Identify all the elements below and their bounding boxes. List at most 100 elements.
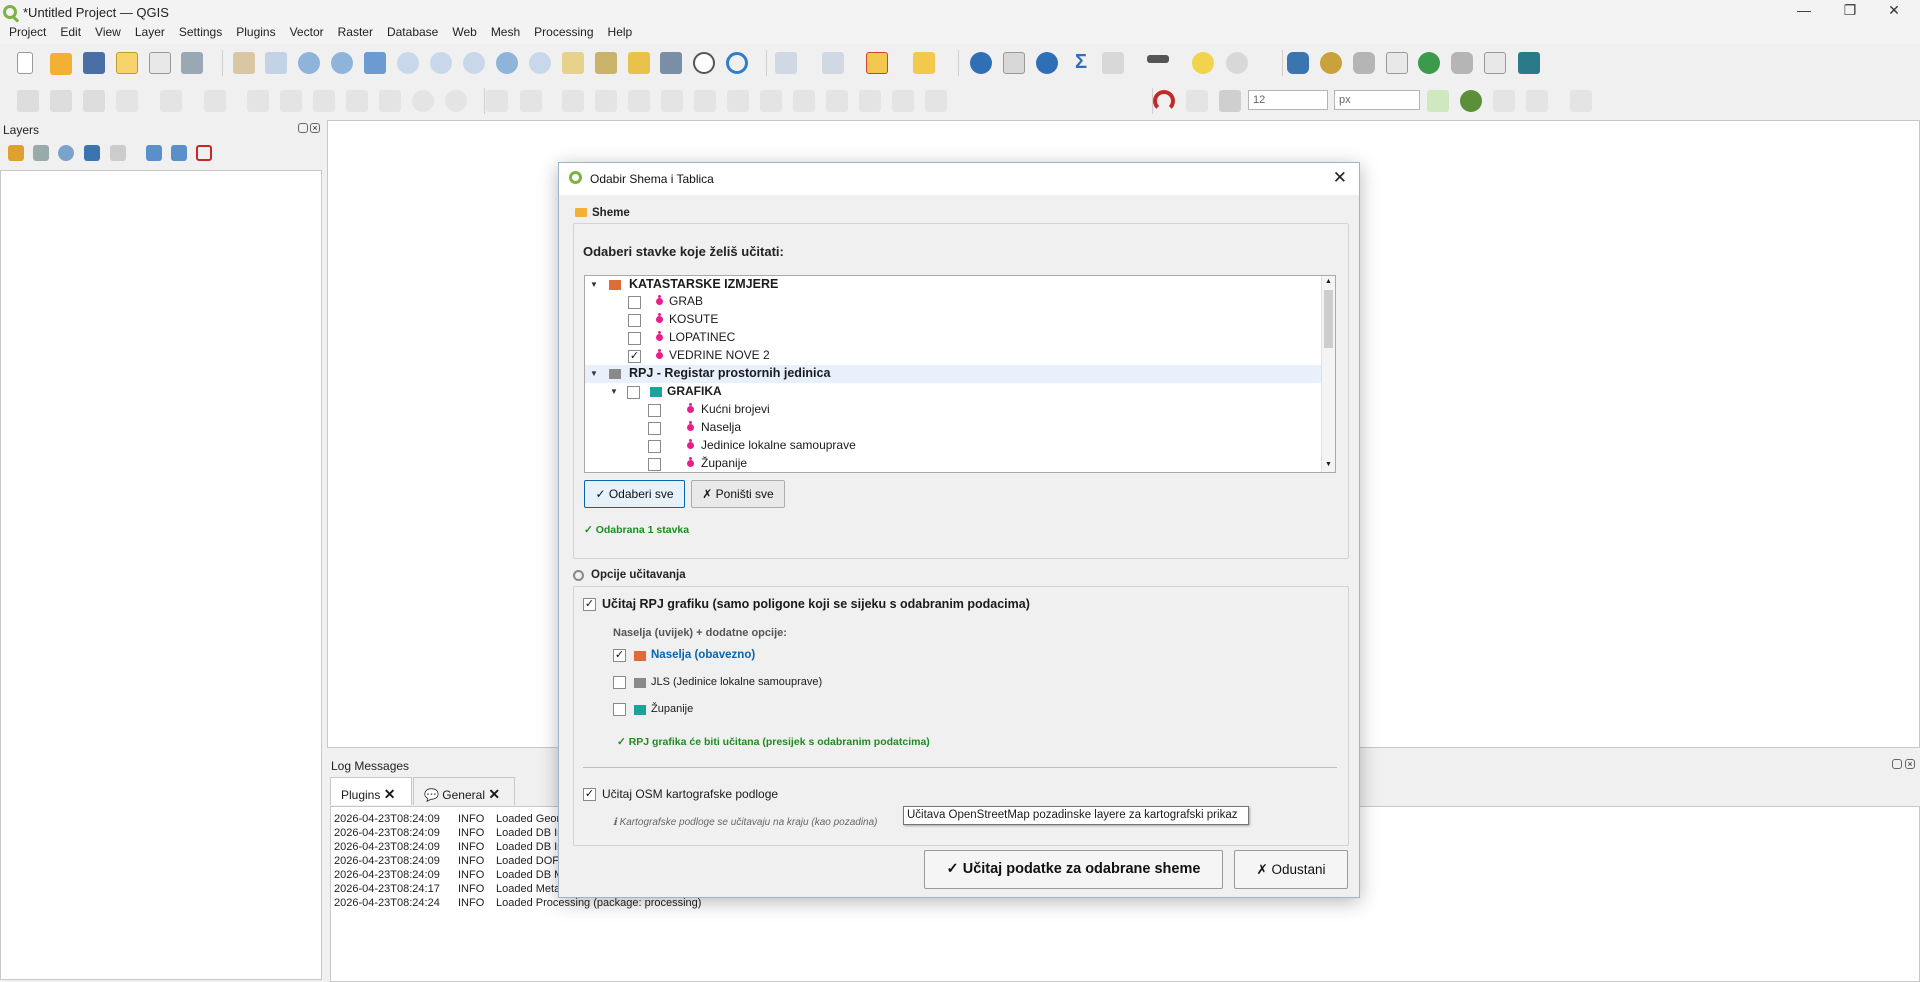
layers-tree[interactable] <box>0 170 322 980</box>
locator-icon[interactable] <box>1226 52 1248 74</box>
select-features-icon[interactable] <box>775 52 797 74</box>
advanced-digitize-2-icon[interactable] <box>562 90 584 112</box>
add-feature-icon[interactable] <box>160 90 182 112</box>
plugin-db-icon[interactable] <box>1320 52 1342 74</box>
log-tab-general[interactable]: 💬 General ✕ <box>413 777 515 805</box>
advanced-digitize-6-icon[interactable] <box>694 90 716 112</box>
temporal-controller-icon[interactable] <box>693 52 715 74</box>
naselja-checkbox[interactable]: ✓ <box>613 649 626 662</box>
close-tab-icon[interactable]: ✕ <box>488 786 500 802</box>
overlap-icon[interactable] <box>1570 90 1592 112</box>
layout-manager-icon[interactable] <box>149 52 171 74</box>
add-group-icon[interactable] <box>33 145 49 161</box>
deselect-all-icon[interactable] <box>866 52 888 74</box>
scroll-up-icon[interactable]: ▲ <box>1325 278 1332 285</box>
style-manager-icon[interactable] <box>181 52 203 74</box>
pan-to-selection-icon[interactable] <box>265 52 287 74</box>
tree-item[interactable]: Kućni brojevi <box>585 401 1321 419</box>
expand-icon[interactable]: ▼ <box>590 280 598 289</box>
expression-filter-icon[interactable] <box>110 145 126 161</box>
rpj-option-checkbox[interactable]: ✓ <box>583 598 596 611</box>
menu-raster[interactable]: Raster <box>338 24 373 44</box>
zoom-layer-icon[interactable] <box>430 52 452 74</box>
add-annotation-icon[interactable] <box>913 52 935 74</box>
plugin-tool-icon[interactable] <box>1518 52 1540 74</box>
redo-icon[interactable] <box>445 90 467 112</box>
attribute-table-icon[interactable] <box>1003 52 1025 74</box>
scroll-down-icon[interactable]: ▼ <box>1325 461 1332 468</box>
remove-layer-icon[interactable] <box>196 145 212 161</box>
tree-item[interactable]: KOSUTE <box>585 311 1321 329</box>
zupanije-option-label[interactable]: Županije <box>651 703 693 715</box>
field-calculator-icon[interactable] <box>1102 52 1124 74</box>
advanced-digitize-7-icon[interactable] <box>727 90 749 112</box>
pan-icon[interactable] <box>233 52 255 74</box>
menu-edit[interactable]: Edit <box>60 24 81 44</box>
close-panel-icon[interactable]: × <box>310 123 320 133</box>
tree-subgroup-grafika[interactable]: ▼ GRAFIKA <box>585 383 1321 401</box>
schema-tree[interactable]: ▼ KATASTARSKE IZMJERE GRAB KOSUTE LOPATI… <box>584 275 1336 473</box>
new-bookmark-icon[interactable] <box>628 52 650 74</box>
menu-plugins[interactable]: Plugins <box>236 24 275 44</box>
menu-help[interactable]: Help <box>608 24 633 44</box>
item-checkbox[interactable] <box>628 296 641 309</box>
database-2-icon[interactable] <box>1451 52 1473 74</box>
osm-option-label[interactable]: Učitaj OSM kartografske podloge <box>602 787 778 801</box>
rpj-option-label[interactable]: Učitaj RPJ grafiku (samo poligone koji s… <box>602 597 1030 611</box>
menu-view[interactable]: View <box>95 24 121 44</box>
expand-icon[interactable]: ▼ <box>610 387 618 396</box>
advanced-digitize-12-icon[interactable] <box>892 90 914 112</box>
advanced-digitize-9-icon[interactable] <box>793 90 815 112</box>
database-icon[interactable] <box>1353 52 1375 74</box>
tree-item[interactable]: Županije <box>585 455 1321 473</box>
float-panel-icon[interactable] <box>298 123 308 133</box>
snapping-type-icon[interactable] <box>1219 90 1241 112</box>
log-close-icon[interactable]: × <box>1905 759 1915 769</box>
new-map-view-icon[interactable] <box>562 52 584 74</box>
tree-item[interactable]: GRAB <box>585 293 1321 311</box>
deselect-all-button[interactable]: ✗ Poništi sve <box>691 480 785 508</box>
menu-vector[interactable]: Vector <box>290 24 324 44</box>
vertex-tool-icon[interactable] <box>204 90 226 112</box>
item-checkbox[interactable] <box>648 458 661 471</box>
jls-option-label[interactable]: JLS (Jedinice lokalne samouprave) <box>651 676 822 688</box>
tree-group-katastarske[interactable]: ▼ KATASTARSKE IZMJERE <box>585 276 1321 294</box>
zoom-last-icon[interactable] <box>496 52 518 74</box>
db-connect-icon[interactable] <box>1418 52 1440 74</box>
item-checkbox[interactable] <box>628 332 641 345</box>
cut-features-icon[interactable] <box>313 90 335 112</box>
new-3d-view-icon[interactable] <box>595 52 617 74</box>
menu-database[interactable]: Database <box>387 24 438 44</box>
dialog-close-icon[interactable]: ✕ <box>1333 168 1347 188</box>
modify-attributes-icon[interactable] <box>247 90 269 112</box>
statistics-sum-icon[interactable]: Σ <box>1070 52 1092 74</box>
advanced-digitize-8-icon[interactable] <box>760 90 782 112</box>
menu-project[interactable]: Project <box>9 24 46 44</box>
subgroup-checkbox[interactable] <box>627 386 640 399</box>
item-checkbox[interactable] <box>628 314 641 327</box>
zoom-native-icon[interactable] <box>463 52 485 74</box>
toolbox-icon[interactable] <box>1036 52 1058 74</box>
item-checkbox[interactable] <box>648 404 661 417</box>
zupanije-checkbox[interactable] <box>613 703 626 716</box>
menu-layer[interactable]: Layer <box>135 24 165 44</box>
collapse-all-icon[interactable] <box>171 145 187 161</box>
python-console-icon[interactable] <box>1287 52 1309 74</box>
intersection-icon[interactable] <box>1526 90 1548 112</box>
advanced-digitize-1-icon[interactable] <box>520 90 542 112</box>
advanced-digitize-13-icon[interactable] <box>925 90 947 112</box>
snapping-mode-icon[interactable] <box>1186 90 1208 112</box>
zoom-selection-icon[interactable] <box>397 52 419 74</box>
visibility-icon[interactable] <box>58 145 74 161</box>
tracing-icon[interactable] <box>1427 90 1449 112</box>
menu-mesh[interactable]: Mesh <box>491 24 520 44</box>
tree-item[interactable]: Naselja <box>585 419 1321 437</box>
jls-checkbox[interactable] <box>613 676 626 689</box>
filter-icon[interactable] <box>84 145 100 161</box>
save-project-icon[interactable] <box>83 52 105 74</box>
osm-checkbox[interactable]: ✓ <box>583 788 596 801</box>
toggle-editing-icon[interactable] <box>50 90 72 112</box>
select-by-value-icon[interactable] <box>822 52 844 74</box>
select-all-button[interactable]: ✓ Odaberi sve <box>584 480 685 508</box>
maximize-icon[interactable]: ❐ <box>1834 2 1866 19</box>
